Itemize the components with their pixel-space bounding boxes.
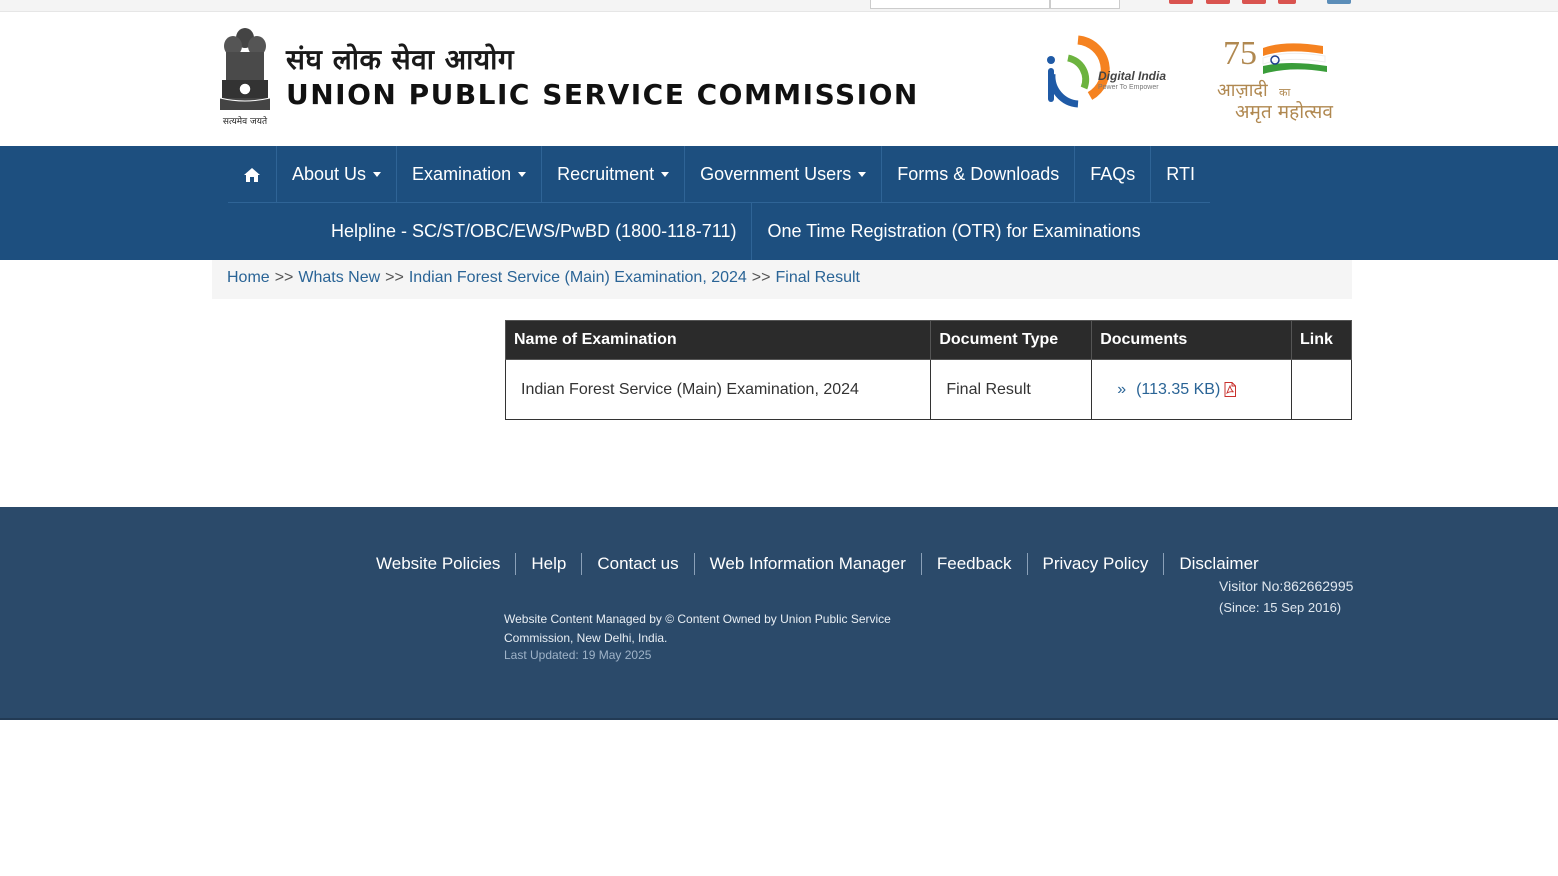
bullet-marker: » [1117,380,1127,398]
language-icon[interactable] [1327,0,1351,4]
national-emblem-icon [219,28,271,110]
results-table: Name of Examination Document Type Docume… [504,320,1352,420]
footer-links: Website Policies Help Contact us Web Inf… [376,553,1274,575]
top-utility-strip [0,0,1558,12]
footer-last-updated: Last Updated: 19 May 2025 [504,648,652,662]
table-header-row: Name of Examination Document Type Docume… [504,320,1352,360]
search-input[interactable] [870,0,1050,9]
nav-label: FAQs [1090,164,1136,184]
documents-cell: » (113.35 KB) [1091,359,1292,420]
visitor-number: Visitor No:862662995 [1219,578,1354,594]
column-header-name: Name of Examination [504,320,932,360]
visitor-counter: Visitor No:862662995 (Since: 15 Sep 2016… [1219,576,1359,618]
breadcrumb-separator: >> [751,269,771,286]
site-footer: Website Policies Help Contact us Web Inf… [0,507,1558,720]
breadcrumb-current[interactable]: Final Result [775,269,859,286]
footer-link-feedback[interactable]: Feedback [922,553,1028,575]
breadcrumb-exam[interactable]: Indian Forest Service (Main) Examination… [409,269,747,286]
column-header-link: Link [1291,320,1352,360]
nav-label: RTI [1166,164,1195,184]
footer-link-privacy-policy[interactable]: Privacy Policy [1028,553,1165,575]
breadcrumb-whats-new[interactable]: Whats New [298,269,380,286]
nav-item-about-us[interactable]: About Us [277,146,398,203]
footer-link-disclaimer[interactable]: Disclaimer [1164,553,1273,575]
breadcrumb: Home >> Whats New >> Indian Forest Service (… [212,260,1352,299]
document-download-link[interactable]: (113.35 KB) [1136,380,1237,398]
nav-label: Examination [412,164,512,184]
column-header-documents: Documents [1091,320,1292,360]
emblem-caption: सत्यमेव जयते [222,117,268,127]
caret-down-icon [373,172,382,177]
nav-label: Recruitment [557,164,655,184]
caret-down-icon [518,172,527,177]
footer-link-website-policies[interactable]: Website Policies [376,553,517,575]
site-title-english[interactable]: UNION PUBLIC SERVICE COMMISSION [286,78,919,111]
nav-item-helpline[interactable]: Helpline - SC/ST/OBC/EWS/PwBD (1800-118-… [316,203,753,260]
breadcrumb-separator: >> [385,269,404,286]
site-header: सत्यमेव जयते संघ लोक सेवा आयोग UNION PUB… [0,12,1558,146]
nav-row-secondary: Helpline - SC/ST/OBC/EWS/PwBD (1800-118-… [316,203,1156,260]
column-header-doc-type: Document Type [930,320,1093,360]
footer-content-note: Website Content Managed by © Content Own… [504,612,891,645]
footer-link-help[interactable]: Help [516,553,583,575]
nav-item-examination[interactable]: Examination [397,146,543,203]
nav-label: Government Users [700,164,852,184]
search-button[interactable] [1050,0,1120,9]
caret-down-icon [858,172,867,177]
nav-item-otr[interactable]: One Time Registration (OTR) for Examinat… [752,203,1155,260]
breadcrumb-separator: >> [274,269,294,286]
exam-name-cell: Indian Forest Service (Main) Examination… [504,359,932,420]
azadi-ka-amrit-mahotsav-logo-icon[interactable]: 75 आज़ादी का अमृत महोत्सव [1215,34,1345,124]
doc-type-cell: Final Result [930,359,1093,420]
nav-item-rti[interactable]: RTI [1151,146,1210,203]
nav-row-primary: About Us Examination Recruitment Governm… [228,146,1210,203]
site-title-hindi[interactable]: संघ लोक सेवा आयोग [286,40,514,78]
main-navigation: About Us Examination Recruitment Governm… [0,146,1558,260]
home-icon [244,167,260,182]
azadi-text-line2: अमृत महोत्सव [1235,100,1333,124]
nav-item-government-users[interactable]: Government Users [685,146,883,203]
nav-label: Forms & Downloads [897,164,1060,184]
accessibility-icon[interactable] [1206,0,1230,4]
accessibility-icon[interactable] [1242,0,1266,4]
nav-item-recruitment[interactable]: Recruitment [542,146,686,203]
accessibility-icon[interactable] [1169,0,1193,4]
digital-india-label: Digital India [1098,69,1167,83]
azadi-number: 75 [1223,35,1257,72]
nav-label: About Us [292,164,367,184]
nav-item-home[interactable] [228,146,277,203]
pdf-icon [1224,381,1237,397]
footer-link-contact-us[interactable]: Contact us [582,553,695,575]
azadi-text-small: का [1279,86,1290,99]
nav-item-forms-downloads[interactable]: Forms & Downloads [882,146,1076,203]
footer-link-web-information-manager[interactable]: Web Information Manager [695,553,922,575]
breadcrumb-home[interactable]: Home [227,269,270,286]
azadi-text-line1: आज़ादी [1217,79,1268,101]
table-row: Indian Forest Service (Main) Examination… [504,359,1352,420]
digital-india-tagline: Power To Empower [1098,84,1159,91]
visitor-since: (Since: 15 Sep 2016) [1219,600,1342,615]
document-size: (113.35 KB) [1136,380,1221,398]
caret-down-icon [661,172,670,177]
accessibility-icon[interactable] [1278,0,1296,4]
nav-item-faqs[interactable]: FAQs [1075,146,1152,203]
link-cell [1291,359,1352,420]
